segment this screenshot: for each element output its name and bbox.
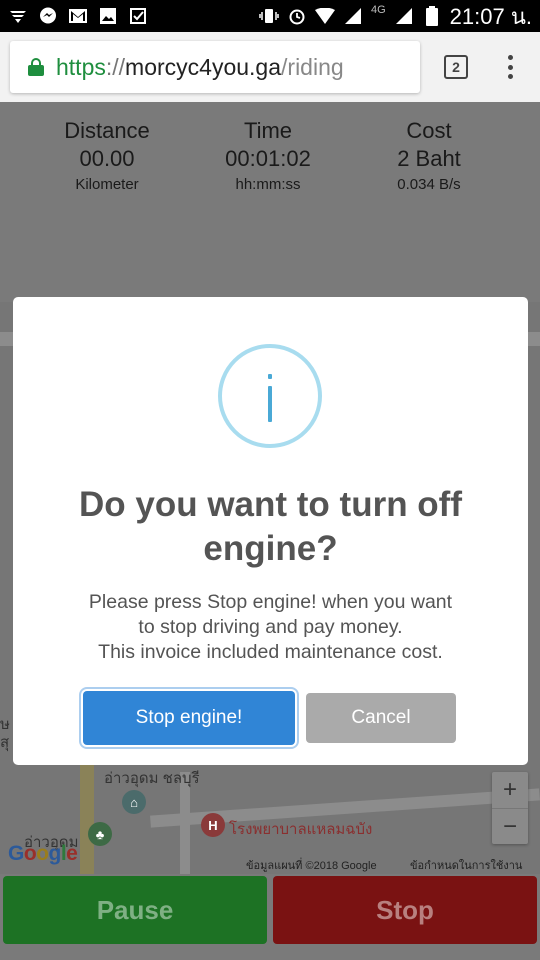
dialog-title: Do you want to turn off engine? [79,485,462,568]
ride-stats: Distance 00.00 Kilometer Time 00:01:02 h… [0,102,540,302]
time-title: Time [243,118,293,143]
place-pin-icon[interactable]: ⌂ [122,790,146,814]
secure-lock-icon [28,58,44,76]
cancel-button[interactable]: Cancel [306,693,456,743]
wifi-hotspot-icon [8,6,28,26]
confirm-dialog: Do you want to turn off engine? Please p… [13,297,528,765]
cost-stat: Cost 2 Baht 0.034 B/s [349,118,509,193]
system-icons: 4G 21:07 น. [259,0,532,32]
browser-menu-button[interactable] [500,52,520,82]
battery-icon [422,6,442,26]
distance-value: 00.00 [79,146,135,171]
distance-unit: Kilometer [75,176,139,193]
map-zoom-controls: + − [492,772,528,844]
time-stat: Time 00:01:02 hh:mm:ss [188,118,348,193]
status-bar: 4G 21:07 น. [0,0,540,32]
gallery-icon [98,6,118,26]
url-host: morcyc4you.ga [125,53,282,80]
park-pin-icon[interactable]: ♣ [88,822,112,846]
map-label-hospital: โรงพยาบาลแหลมฉบัง [229,821,373,838]
time-unit: hh:mm:ss [235,176,301,193]
cost-rate: 0.034 B/s [397,176,461,193]
google-logo: Google [8,842,78,865]
notification-icons [0,6,148,26]
stop-engine-button[interactable]: Stop engine! [83,691,295,745]
map-highway [80,757,94,874]
cost-value: 2 Baht [397,146,461,171]
clock: 21:07 น. [449,3,532,29]
url-bar[interactable]: https://morcyc4you.ga/riding [10,41,420,93]
cost-title: Cost [406,118,452,143]
distance-stat: Distance 00.00 Kilometer [27,118,187,193]
tab-switcher-button[interactable]: 2 [444,55,468,79]
url-path: /riding [281,53,344,80]
dialog-message: Please press Stop engine! when you want … [13,590,528,665]
time-value: 00:01:02 [225,146,311,171]
url-text: https://morcyc4you.ga/riding [56,54,344,81]
vibrate-icon [259,6,279,26]
dialog-message-line: to stop driving and pay money. [138,616,403,638]
dialog-message-line: This invoice included maintenance cost. [98,641,443,663]
zoom-in-button[interactable]: + [492,772,528,808]
tab-count: 2 [452,59,460,75]
map-terms-link[interactable]: ข้อกำหนดในการใช้งาน [410,856,522,874]
zoom-out-button[interactable]: − [492,809,528,845]
network-type: 4G [370,4,386,16]
browser-toolbar: https://morcyc4you.ga/riding 2 [0,32,540,102]
url-separator: :// [105,53,126,80]
messenger-icon [38,6,58,26]
check-app-icon [128,6,148,26]
stop-button[interactable]: Stop [273,876,537,944]
gmail-icon [68,6,88,26]
info-icon [218,344,322,448]
map-label: สุ [0,734,10,751]
menu-dots-icon [507,55,513,60]
signal-2-icon [394,6,414,26]
map-attribution: ข้อมูลแผนที่ ©2018 Google [246,860,377,872]
distance-title: Distance [64,118,150,143]
map-label-area: อ่าวอุดม ชลบุรี [104,770,200,787]
pause-button[interactable]: Pause [3,876,267,944]
signal-icon [343,6,363,26]
wifi-icon [314,6,335,26]
dialog-message-line: Please press Stop engine! when you want [88,591,453,613]
alarm-icon [287,6,307,26]
hospital-pin-icon[interactable]: H [201,813,225,837]
url-scheme: https [56,53,106,80]
